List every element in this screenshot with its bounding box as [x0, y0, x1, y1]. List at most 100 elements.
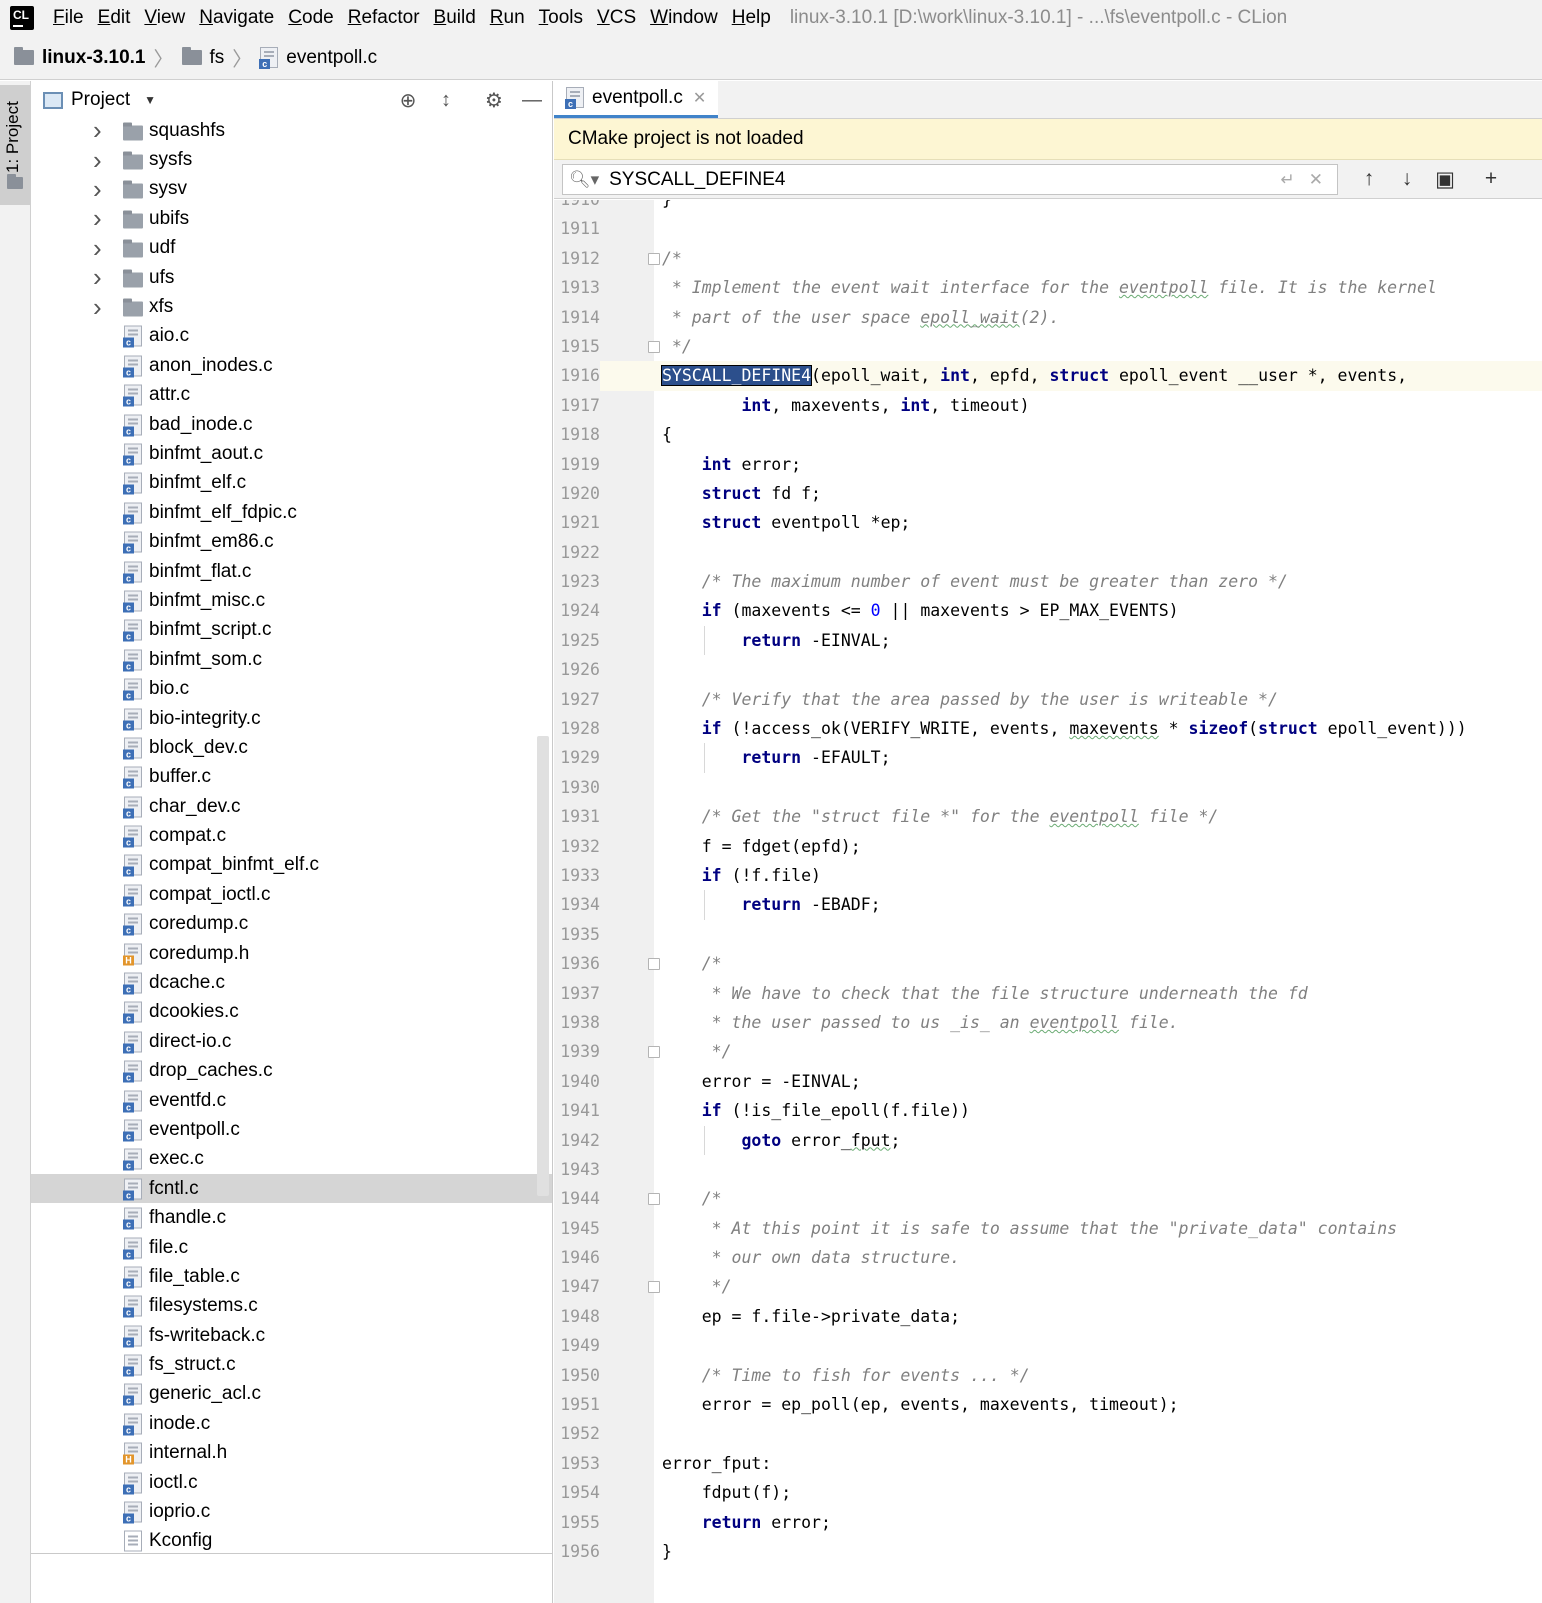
chevron-right-icon[interactable]: › — [93, 203, 102, 234]
tree-item[interactable]: › sysv — [31, 174, 552, 205]
code-line[interactable]: 1926 — [554, 655, 1542, 684]
menu-run[interactable]: Run — [483, 7, 532, 29]
breadcrumb-folder[interactable]: fs — [181, 47, 224, 69]
select-all-occurrences-icon[interactable]: ▣ — [1432, 166, 1458, 192]
chevron-right-icon[interactable]: › — [93, 292, 102, 323]
fold-marker-icon[interactable] — [648, 252, 660, 265]
tree-item[interactable]: c char_dev.c — [31, 792, 552, 821]
menu-vcs[interactable]: VCS — [590, 7, 643, 29]
tree-item[interactable]: › squashfs — [31, 115, 552, 146]
tree-item[interactable]: Hinternal.h — [31, 1439, 552, 1468]
code-line[interactable]: 1917 int, maxevents, int, timeout) — [554, 391, 1542, 420]
tree-item[interactable]: c ioctl.c — [31, 1468, 552, 1497]
code-line[interactable]: 1916 SYSCALL_DEFINE4(epoll_wait, int, epf… — [554, 361, 1542, 391]
code-line[interactable]: 1911 — [554, 214, 1542, 243]
code-line[interactable]: 1956} — [554, 1537, 1542, 1566]
tree-item[interactable]: c fs_struct.c — [31, 1350, 552, 1379]
code-line[interactable]: 1944 /* — [554, 1184, 1542, 1213]
code-line[interactable]: 1945 * At this point it is safe to assum… — [554, 1214, 1542, 1243]
code-line[interactable]: 1946 * our own data structure. — [554, 1243, 1542, 1272]
close-icon[interactable]: ✕ — [693, 88, 706, 108]
code-line[interactable]: 1913 * Implement the event wait interfac… — [554, 273, 1542, 302]
chevron-right-icon[interactable]: › — [93, 145, 102, 176]
tree-item[interactable]: c inode.c — [31, 1409, 552, 1438]
tree-item[interactable]: › sysfs — [31, 145, 552, 176]
breadcrumb-file[interactable]: c eventpoll.c — [259, 47, 377, 69]
chevron-down-icon[interactable]: ▼ — [144, 93, 156, 107]
tree-scrollbar[interactable] — [537, 736, 549, 1196]
code-line[interactable]: 1919 int error; — [554, 450, 1542, 479]
menu-edit[interactable]: Edit — [91, 7, 138, 29]
code-line[interactable]: 1923 /* The maximum number of event must… — [554, 567, 1542, 596]
chevron-right-icon[interactable]: › — [93, 233, 102, 264]
previous-occurrence-icon[interactable]: ↑ — [1356, 166, 1382, 192]
tree-item[interactable]: c binfmt_misc.c — [31, 586, 552, 615]
tree-item[interactable]: c fhandle.c — [31, 1203, 552, 1232]
tree-item[interactable]: c binfmt_flat.c — [31, 557, 552, 586]
chevron-right-icon[interactable]: › — [93, 174, 102, 205]
code-line[interactable]: 1939 */ — [554, 1037, 1542, 1066]
code-line[interactable]: 1938 * the user passed to us _is_ an eve… — [554, 1008, 1542, 1037]
code-line[interactable]: 1937 * We have to check that the file st… — [554, 979, 1542, 1008]
tree-item[interactable]: c compat_ioctl.c — [31, 880, 552, 909]
code-line[interactable]: 1929 return -EFAULT; — [554, 743, 1542, 773]
tree-item[interactable]: c file.c — [31, 1233, 552, 1262]
code-line[interactable]: 1912 /* — [554, 244, 1542, 273]
tab-eventpoll[interactable]: c eventpoll.c ✕ — [554, 80, 719, 118]
locate-file-icon[interactable]: ⊕ — [396, 88, 420, 112]
code-line[interactable]: 1955 return error; — [554, 1508, 1542, 1537]
add-selection-icon[interactable]: + — [1478, 166, 1504, 192]
tree-item[interactable]: c buffer.c — [31, 763, 552, 792]
code-line[interactable]: 1921 struct eventpoll *ep; — [554, 508, 1542, 537]
search-input[interactable]: SYSCALL_DEFINE4 — [609, 169, 1280, 191]
menu-navigate[interactable]: Navigate — [192, 7, 281, 29]
code-line[interactable]: 1935 — [554, 920, 1542, 949]
code-line[interactable]: 1936 /* — [554, 949, 1542, 978]
tree-item[interactable]: c binfmt_som.c — [31, 645, 552, 674]
menu-tools[interactable]: Tools — [532, 7, 590, 29]
menu-window[interactable]: Window — [643, 7, 725, 29]
tree-item[interactable]: c eventfd.c — [31, 1086, 552, 1115]
project-panel-title[interactable]: Project — [71, 89, 130, 111]
tree-item[interactable]: c binfmt_elf_fdpic.c — [31, 498, 552, 527]
tree-item[interactable]: c filesystems.c — [31, 1292, 552, 1321]
code-line[interactable]: 1954 fdput(f); — [554, 1478, 1542, 1507]
tree-item[interactable]: c drop_caches.c — [31, 1057, 552, 1086]
next-occurrence-icon[interactable]: ↓ — [1394, 166, 1420, 192]
code-line[interactable]: 1950 /* Time to fish for events ... */ — [554, 1361, 1542, 1390]
code-line[interactable]: 1922 — [554, 538, 1542, 567]
tree-item[interactable]: c generic_acl.c — [31, 1380, 552, 1409]
tree-item[interactable]: c bio-integrity.c — [31, 704, 552, 733]
code-line[interactable]: 1947 */ — [554, 1272, 1542, 1301]
code-line[interactable]: 1932 f = fdget(epfd); — [554, 832, 1542, 861]
clear-icon[interactable]: ✕ — [1309, 170, 1323, 190]
tree-item[interactable]: › xfs — [31, 292, 552, 323]
code-line[interactable]: 1920 struct fd f; — [554, 479, 1542, 508]
tree-item[interactable]: c coredump.c — [31, 910, 552, 939]
tree-item[interactable]: › ufs — [31, 262, 552, 292]
tree-item[interactable]: Kconfig — [31, 1527, 552, 1556]
code-line[interactable]: 1924 if (maxevents <= 0 || maxevents > E… — [554, 596, 1542, 625]
code-line[interactable]: 1915 */ — [554, 332, 1542, 361]
menu-help[interactable]: Help — [725, 7, 778, 29]
menu-build[interactable]: Build — [427, 7, 483, 29]
fold-marker-icon[interactable] — [648, 1281, 660, 1294]
tree-item[interactable]: c fs-writeback.c — [31, 1321, 552, 1350]
code-line[interactable]: 1940 error = -EINVAL; — [554, 1067, 1542, 1096]
tree-item[interactable]: c bad_inode.c — [31, 410, 552, 439]
code-line[interactable]: 1949 — [554, 1331, 1542, 1360]
tree-item[interactable]: c file_table.c — [31, 1262, 552, 1291]
code-line[interactable]: 1942 goto error_fput; — [554, 1125, 1542, 1155]
code-line[interactable]: 1941 if (!is_file_epoll(f.file)) — [554, 1096, 1542, 1125]
code-line[interactable]: 1925 return -EINVAL; — [554, 625, 1542, 656]
tree-item[interactable]: c binfmt_elf.c — [31, 469, 552, 498]
fold-marker-icon[interactable] — [648, 1193, 660, 1206]
chevron-right-icon[interactable]: › — [93, 115, 102, 146]
hide-panel-icon[interactable]: — — [520, 88, 544, 112]
menu-view[interactable]: View — [137, 7, 192, 29]
code-line[interactable]: 1931 /* Get the "struct file *" for the … — [554, 802, 1542, 831]
code-line[interactable]: 1933 if (!f.file) — [554, 861, 1542, 890]
tree-item[interactable]: c anon_inodes.c — [31, 351, 552, 380]
tree-item[interactable]: c fcntl.c — [31, 1174, 552, 1204]
tree-item[interactable]: c dcookies.c — [31, 998, 552, 1027]
